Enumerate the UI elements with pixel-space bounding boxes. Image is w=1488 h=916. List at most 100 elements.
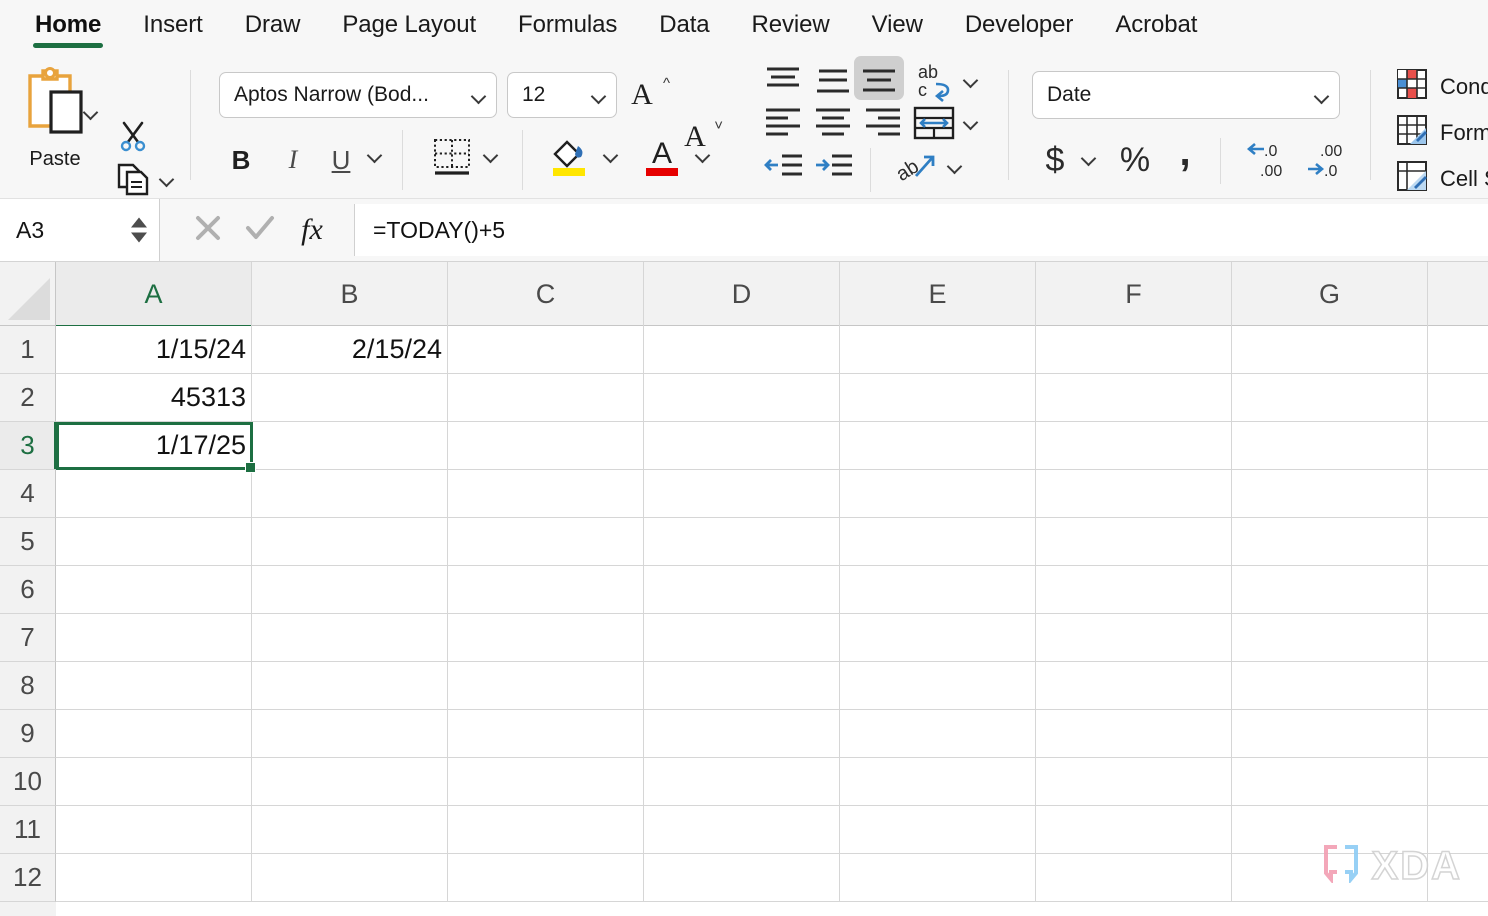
format-as-table-button[interactable]: Forma	[1396, 114, 1488, 151]
cell-f7[interactable]	[1036, 614, 1232, 662]
row-header-12[interactable]: 12	[0, 854, 56, 902]
cell-a5[interactable]	[56, 518, 252, 566]
cell-e10[interactable]	[840, 758, 1036, 806]
insert-function-button[interactable]: fx	[286, 213, 338, 247]
cell-f1[interactable]	[1036, 326, 1232, 374]
cell-d1[interactable]	[644, 326, 840, 374]
cell-c4[interactable]	[448, 470, 644, 518]
cell-g6[interactable]	[1232, 566, 1428, 614]
cell-d10[interactable]	[644, 758, 840, 806]
row-header-11[interactable]: 11	[0, 806, 56, 854]
font-color-dropdown-button[interactable]	[696, 147, 710, 161]
cell-h2[interactable]	[1428, 374, 1488, 422]
cell-c9[interactable]	[448, 710, 644, 758]
cell-c2[interactable]	[448, 374, 644, 422]
font-size-select[interactable]: 12	[507, 72, 617, 118]
row-header-9[interactable]: 9	[0, 710, 56, 758]
align-middle-button[interactable]	[812, 64, 854, 103]
bold-button[interactable]: B	[224, 140, 258, 180]
cell-e2[interactable]	[840, 374, 1036, 422]
cell-c5[interactable]	[448, 518, 644, 566]
tab-home[interactable]: Home	[14, 0, 122, 40]
cell-b2[interactable]	[252, 374, 448, 422]
number-format-select[interactable]: Date	[1032, 71, 1340, 119]
cell-e3[interactable]	[840, 422, 1036, 470]
align-bottom-button[interactable]	[858, 64, 900, 103]
decrease-decimal-button[interactable]: .0 .00	[1244, 136, 1292, 187]
cell-f10[interactable]	[1036, 758, 1232, 806]
cell-e5[interactable]	[840, 518, 1036, 566]
cell-h10[interactable]	[1428, 758, 1488, 806]
cell-a4[interactable]	[56, 470, 252, 518]
cell-g9[interactable]	[1232, 710, 1428, 758]
cell-f9[interactable]	[1036, 710, 1232, 758]
tab-data[interactable]: Data	[638, 0, 730, 40]
cell-g1[interactable]	[1232, 326, 1428, 374]
cell-h8[interactable]	[1428, 662, 1488, 710]
cell-styles-button[interactable]: Cell S	[1396, 160, 1488, 197]
borders-button[interactable]	[432, 137, 472, 184]
select-all-corner-icon[interactable]	[0, 262, 56, 326]
cell-c11[interactable]	[448, 806, 644, 854]
cell-b4[interactable]	[252, 470, 448, 518]
cell-d11[interactable]	[644, 806, 840, 854]
cell-f8[interactable]	[1036, 662, 1232, 710]
cell-e1[interactable]	[840, 326, 1036, 374]
cell-c10[interactable]	[448, 758, 644, 806]
cell-g7[interactable]	[1232, 614, 1428, 662]
underline-dropdown-button[interactable]	[368, 147, 382, 161]
cell-b12[interactable]	[252, 854, 448, 902]
row-header-2[interactable]: 2	[0, 374, 56, 422]
text-orientation-button[interactable]: ab	[894, 146, 940, 195]
cut-button[interactable]	[118, 120, 148, 157]
font-name-select[interactable]: Aptos Narrow (Bod...	[219, 72, 497, 118]
cell-b8[interactable]	[252, 662, 448, 710]
column-header-h[interactable]	[1428, 262, 1488, 326]
cell-e7[interactable]	[840, 614, 1036, 662]
cell-c1[interactable]	[448, 326, 644, 374]
cell-g3[interactable]	[1232, 422, 1428, 470]
cell-f11[interactable]	[1036, 806, 1232, 854]
cell-b6[interactable]	[252, 566, 448, 614]
row-header-10[interactable]: 10	[0, 758, 56, 806]
cell-a7[interactable]	[56, 614, 252, 662]
cell-c7[interactable]	[448, 614, 644, 662]
cell-d12[interactable]	[644, 854, 840, 902]
cell-d5[interactable]	[644, 518, 840, 566]
column-header-a[interactable]: A	[56, 262, 252, 326]
cell-h3[interactable]	[1428, 422, 1488, 470]
cell-a12[interactable]	[56, 854, 252, 902]
row-header-8[interactable]: 8	[0, 662, 56, 710]
cell-d3[interactable]	[644, 422, 840, 470]
column-header-e[interactable]: E	[840, 262, 1036, 326]
cell-d9[interactable]	[644, 710, 840, 758]
copy-dropdown-button[interactable]	[160, 171, 174, 190]
row-header-7[interactable]: 7	[0, 614, 56, 662]
cell-g4[interactable]	[1232, 470, 1428, 518]
name-box[interactable]: A3	[0, 199, 160, 261]
cell-a10[interactable]	[56, 758, 252, 806]
cell-d4[interactable]	[644, 470, 840, 518]
fill-color-button[interactable]	[548, 134, 590, 185]
cell-b7[interactable]	[252, 614, 448, 662]
cell-a6[interactable]	[56, 566, 252, 614]
column-header-d[interactable]: D	[644, 262, 840, 326]
spinner-icon[interactable]	[131, 218, 147, 243]
cell-e8[interactable]	[840, 662, 1036, 710]
tab-acrobat[interactable]: Acrobat	[1094, 0, 1218, 40]
row-header-4[interactable]: 4	[0, 470, 56, 518]
percent-button[interactable]: %	[1118, 138, 1152, 182]
align-top-button[interactable]	[762, 64, 804, 103]
cell-f4[interactable]	[1036, 470, 1232, 518]
row-header-5[interactable]: 5	[0, 518, 56, 566]
cell-c6[interactable]	[448, 566, 644, 614]
cell-h12[interactable]	[1428, 854, 1488, 902]
align-center-button[interactable]	[812, 106, 854, 147]
cell-h7[interactable]	[1428, 614, 1488, 662]
italic-button[interactable]: I	[276, 140, 310, 180]
cancel-button[interactable]	[182, 213, 234, 248]
cell-g10[interactable]	[1232, 758, 1428, 806]
cell-g12[interactable]	[1232, 854, 1428, 902]
cell-d8[interactable]	[644, 662, 840, 710]
cell-h11[interactable]	[1428, 806, 1488, 854]
